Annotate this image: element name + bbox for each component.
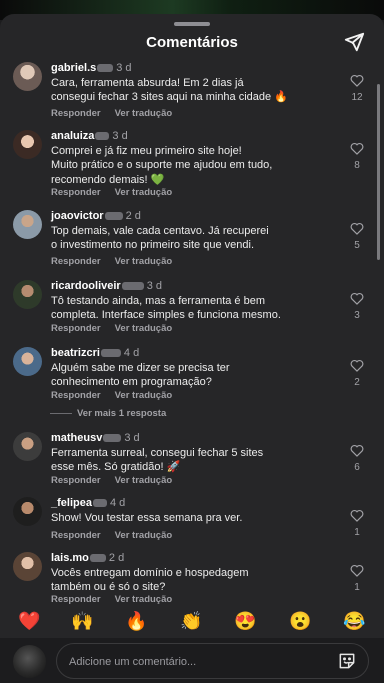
reply-button[interactable]: Responder [51, 323, 101, 334]
comment-text: Ferramenta surreal, consegui fechar 5 si… [51, 447, 264, 474]
comment-field-wrapper [56, 643, 369, 679]
emoji-clap-button[interactable]: 👏 [180, 608, 202, 634]
reply-button[interactable]: Responder [51, 390, 101, 401]
comment-text: Alguém sabe me dizer se precisa ter conh… [51, 362, 230, 389]
comment-time: 2 d [125, 210, 141, 222]
avatar[interactable] [13, 645, 46, 678]
comment-username[interactable]: joaovictor 2 d [51, 210, 141, 222]
heart-icon[interactable] [350, 142, 364, 155]
translate-button[interactable]: Ver tradução [115, 108, 173, 119]
comment-actions: Responder Ver tradução [51, 323, 172, 334]
like-count: 8 [354, 160, 360, 171]
avatar[interactable] [13, 432, 42, 461]
like-count: 5 [354, 240, 360, 251]
comment-input[interactable] [67, 652, 331, 672]
like-count: 6 [354, 462, 360, 473]
comment-text: Comprei e já fiz meu primeiro site hoje!… [51, 145, 273, 186]
like-count: 1 [354, 582, 360, 593]
translate-button[interactable]: Ver tradução [115, 390, 173, 401]
avatar[interactable] [13, 210, 42, 239]
reply-button[interactable]: Responder [51, 475, 101, 486]
comment-text: Cara, ferramenta absurda! Em 2 dias já c… [51, 77, 288, 104]
comment-username[interactable]: matheusv 3 d [51, 432, 140, 444]
comment-actions: Responder Ver tradução [51, 256, 172, 267]
like-control[interactable]: 1 [349, 564, 365, 593]
comment-username[interactable]: lais.mo 2 d [51, 552, 124, 564]
reply-button[interactable]: Responder [51, 108, 101, 119]
comment-text: Top demais, vale cada centavo. Já recupe… [51, 225, 269, 252]
comment-username[interactable]: gabriel.s 3 d [51, 62, 132, 74]
comment-username[interactable]: beatrizcri 4 d [51, 347, 139, 359]
emoji-fire-button[interactable]: 🔥 [125, 608, 147, 634]
emoji-raised-hands-button[interactable]: 🙌 [71, 608, 93, 634]
comment-time: 3 d [124, 432, 140, 444]
view-more-replies-button[interactable]: Ver mais 1 resposta [50, 408, 166, 419]
heart-icon[interactable] [350, 292, 364, 305]
avatar[interactable] [13, 280, 42, 309]
like-control[interactable]: 1 [349, 509, 365, 538]
heart-icon[interactable] [350, 509, 364, 522]
avatar[interactable] [13, 347, 42, 376]
comment-username[interactable]: _felipea 4 d [51, 497, 125, 509]
comment-actions: Responder Ver tradução [51, 108, 172, 119]
comment-composer [0, 638, 384, 683]
comment-actions: Responder Ver tradução [51, 594, 172, 605]
avatar[interactable] [13, 130, 42, 159]
comment-time: 2 d [108, 552, 125, 564]
like-control[interactable]: 12 [349, 74, 365, 103]
reply-button[interactable]: Responder [51, 187, 101, 198]
divider [50, 412, 72, 414]
comment-text: Vocês entregam domínio e hospedagem tamb… [51, 567, 249, 594]
comment-time: 4 d [123, 347, 140, 359]
like-count: 12 [351, 92, 363, 103]
translate-button[interactable]: Ver tradução [115, 594, 173, 605]
comment-time: 3 d [112, 130, 128, 142]
like-count: 3 [354, 310, 360, 321]
translate-button[interactable]: Ver tradução [115, 187, 173, 198]
comment-text: Tô testando ainda, mas a ferramenta é be… [51, 295, 281, 322]
heart-icon[interactable] [350, 564, 364, 577]
send-icon[interactable] [343, 31, 365, 53]
emoji-heart-eyes-button[interactable]: 😍 [234, 608, 256, 634]
translate-button[interactable]: Ver tradução [115, 323, 173, 334]
translate-button[interactable]: Ver tradução [115, 530, 173, 541]
comment-time: 3 d [146, 280, 162, 292]
scrollbar[interactable] [377, 84, 380, 260]
heart-icon[interactable] [350, 74, 364, 87]
comment-username[interactable]: ricardooliveir 3 d [51, 280, 162, 292]
like-control[interactable]: 6 [349, 444, 365, 473]
reply-button[interactable]: Responder [51, 594, 101, 605]
like-control[interactable]: 3 [349, 292, 365, 321]
reply-button[interactable]: Responder [51, 530, 101, 541]
comment-actions: Responder Ver tradução [51, 530, 172, 541]
comment-username[interactable]: analuiza 3 d [51, 130, 128, 142]
heart-icon[interactable] [350, 444, 364, 457]
comment-text: Show! Vou testar essa semana pra ver. [51, 512, 243, 524]
like-count: 1 [354, 527, 360, 538]
comment-actions: Responder Ver tradução [51, 187, 172, 198]
avatar[interactable] [13, 497, 42, 526]
translate-button[interactable]: Ver tradução [115, 475, 173, 486]
emoji-laughing-button[interactable]: 😂 [343, 608, 365, 634]
page-title: Comentários [146, 34, 238, 51]
comment-actions: Responder Ver tradução [51, 475, 172, 486]
emoji-quick-bar: ❤️ 🙌 🔥 👏 😍 😮 😂 [0, 608, 384, 638]
like-control[interactable]: 2 [349, 359, 365, 388]
reply-button[interactable]: Responder [51, 256, 101, 267]
comment-time: 3 d [116, 62, 132, 74]
heart-icon[interactable] [350, 222, 364, 235]
translate-button[interactable]: Ver tradução [115, 256, 173, 267]
emoji-surprised-button[interactable]: 😮 [289, 608, 311, 634]
like-count: 2 [354, 377, 360, 388]
avatar[interactable] [13, 62, 42, 91]
heart-icon[interactable] [350, 359, 364, 372]
drag-handle[interactable] [174, 22, 210, 26]
comment-actions: Responder Ver tradução [51, 390, 172, 401]
avatar[interactable] [13, 552, 42, 581]
like-control[interactable]: 8 [349, 142, 365, 171]
sticker-icon[interactable] [337, 651, 357, 671]
like-control[interactable]: 5 [349, 222, 365, 251]
emoji-heart-button[interactable]: ❤️ [18, 608, 40, 634]
comment-time: 4 d [109, 497, 126, 509]
